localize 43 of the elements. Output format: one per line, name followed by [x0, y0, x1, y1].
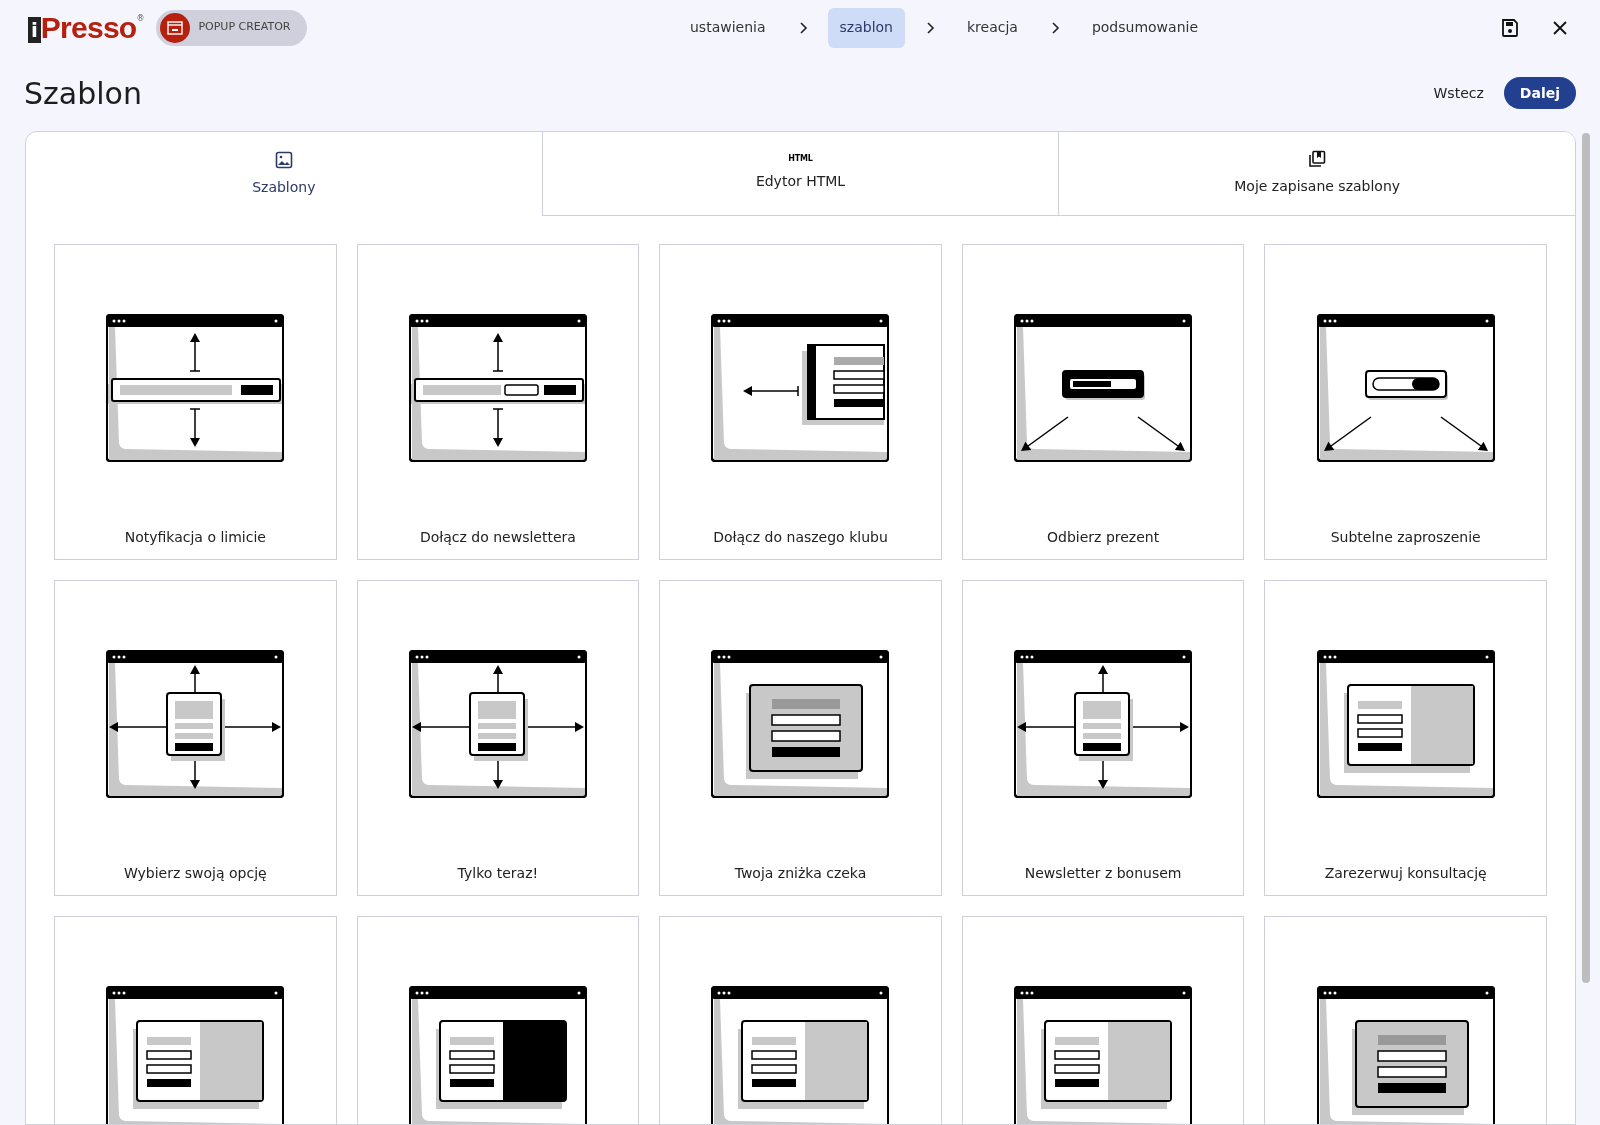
template-card[interactable]: Tylko teraz! [356, 580, 640, 896]
chevron-right-icon [1049, 21, 1060, 34]
html-icon: HTML [788, 155, 813, 163]
logo-text: Presso [40, 12, 137, 43]
template-card[interactable]: Zarezerwuj konsultację [1264, 580, 1547, 896]
template-name: Tylko teraz! [457, 864, 539, 883]
save-icon [1500, 17, 1520, 38]
step-link[interactable]: szablon [827, 7, 905, 48]
template-card[interactable]: Newsletter z bonusem [961, 580, 1245, 896]
close-icon [1552, 19, 1568, 36]
product-name: POPUP CREATOR [198, 19, 291, 36]
popup-icon [167, 20, 184, 35]
template-card[interactable]: Wybierz swoją opcję [54, 580, 337, 896]
template-name: Dołącz do newslettera [419, 528, 576, 547]
template-card[interactable]: Subtelne zaproszenie [1264, 244, 1547, 560]
logo-mark: i [28, 16, 41, 43]
chevron-right-icon [797, 21, 808, 34]
template-name: Wybierz swoją opcję [123, 864, 267, 883]
template-card[interactable]: Odbierz prezent [961, 244, 1245, 560]
template-card[interactable]: Twoja zniżka czeka [659, 580, 942, 896]
step-link[interactable]: ustawienia [678, 7, 778, 48]
template-name: Newsletter z bonusem [1024, 864, 1182, 883]
page-title: Szablon [24, 74, 142, 113]
next-button[interactable]: Dalej [1503, 77, 1576, 109]
template-name: Notyfikacja o limicie [124, 528, 266, 547]
template-name: Odbierz prezent [1047, 528, 1160, 547]
registered-mark: ® [136, 12, 145, 25]
step-link[interactable]: kreacja [954, 7, 1030, 48]
chevron-right-icon [924, 21, 935, 34]
template-card[interactable]: Notyfikacja o limicie [54, 244, 337, 560]
step-link[interactable]: podsumowanie [1079, 7, 1210, 48]
image-icon [274, 150, 293, 169]
template-card[interactable]: Dołącz do naszego klubu [659, 244, 942, 560]
template-name: Zarezerwuj konsultację [1324, 864, 1487, 883]
copy-icon [1308, 150, 1327, 168]
template-name: Twoja zniżka czeka [734, 864, 867, 883]
tab[interactable]: HTML Edytor HTML [541, 132, 1059, 216]
tab[interactable]: Moje zapisane szablony [1058, 132, 1575, 216]
template-card[interactable]: Dołącz do newslettera [356, 244, 640, 560]
tab[interactable]: Szablony [26, 132, 542, 216]
back-button[interactable]: Wstecz [1429, 82, 1488, 104]
template-name: Subtelne zaproszenie [1330, 528, 1481, 547]
template-name: Dołącz do naszego klubu [713, 528, 888, 547]
